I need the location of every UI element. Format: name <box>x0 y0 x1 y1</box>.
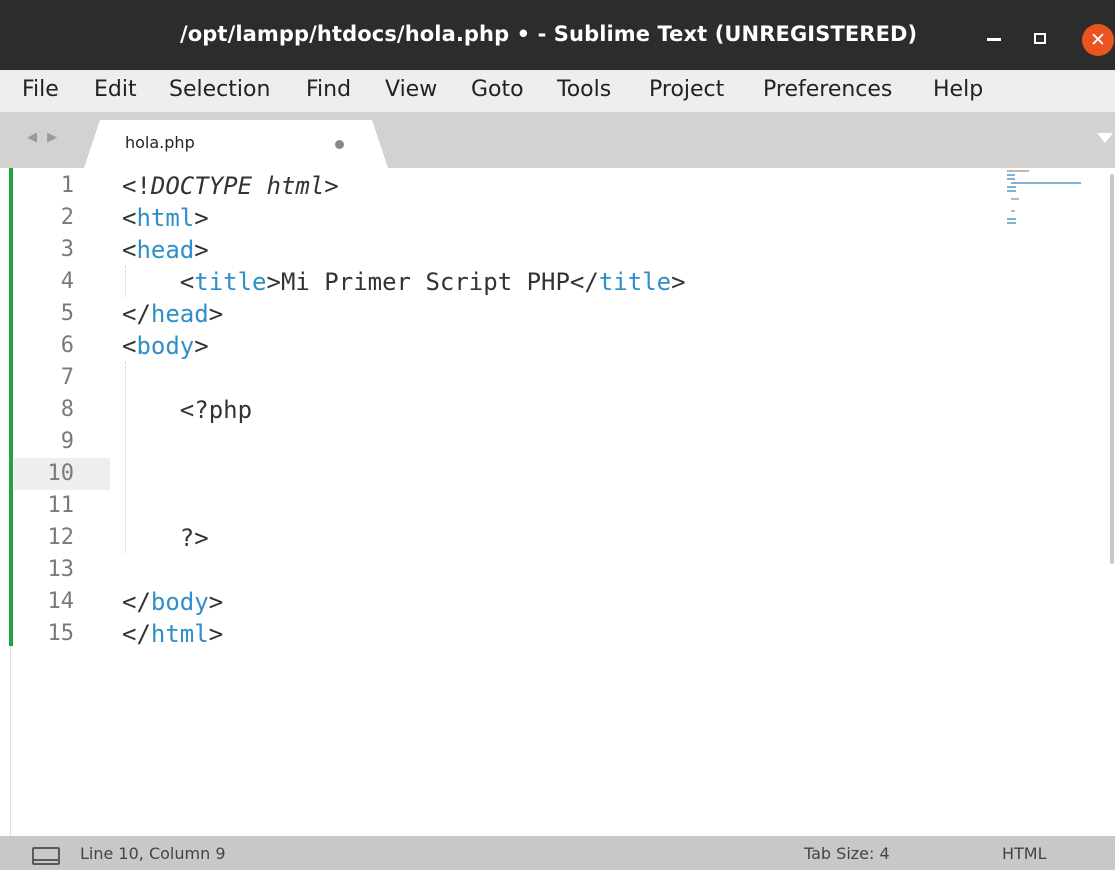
code-text: </ <box>122 300 151 328</box>
code-tag-name: body <box>136 332 195 360</box>
code-line[interactable]: </head> <box>122 298 223 330</box>
tab-nav-arrows-icon[interactable]: ◀ ▶ <box>27 130 60 145</box>
window-title: /opt/lampp/htdocs/hola.php • - Sublime T… <box>180 22 918 46</box>
tab-size-selector[interactable]: Tab Size: 4 <box>804 844 890 863</box>
menu-goto[interactable]: Goto <box>471 77 524 102</box>
code-line[interactable]: </body> <box>122 586 223 618</box>
code-line[interactable]: <head> <box>122 234 209 266</box>
code-text: </ <box>122 620 151 648</box>
code-line[interactable]: <?php <box>122 394 252 426</box>
code-text: <?php <box>122 396 253 424</box>
line-number: 1 <box>60 173 74 198</box>
line-number: 5 <box>60 301 74 326</box>
minimap[interactable] <box>1005 168 1105 228</box>
code-text: >Mi Primer Script PHP</ <box>266 268 599 296</box>
cursor-position: Line 10, Column 9 <box>80 844 226 863</box>
line-number-active: 10 <box>14 458 110 490</box>
code-text: > <box>208 620 224 648</box>
line-number: 13 <box>47 557 75 582</box>
menu-help[interactable]: Help <box>933 77 983 102</box>
code-line[interactable]: ?> <box>122 522 209 554</box>
code-text: > <box>208 588 224 616</box>
code-tag-name: html <box>150 620 209 648</box>
tab-dropdown-icon[interactable] <box>1097 133 1113 143</box>
code-tag-name: head <box>150 300 209 328</box>
line-number: 6 <box>60 333 74 358</box>
code-line[interactable]: <title>Mi Primer Script PHP</title> <box>122 266 686 298</box>
tab-bar: ◀ ▶ hola.php <box>0 112 1115 168</box>
code-tag-name: body <box>150 588 209 616</box>
code-tag-name: title <box>598 268 672 296</box>
menu-edit[interactable]: Edit <box>94 77 137 102</box>
menu-find[interactable]: Find <box>306 77 351 102</box>
code-text: < <box>122 204 137 232</box>
code-tag-name: title <box>194 268 267 296</box>
code-text: < <box>122 268 195 296</box>
line-number: 9 <box>60 429 74 454</box>
line-number-gutter[interactable]: 1 2 3 4 5 6 7 8 9 10 11 12 13 14 15 <box>14 168 110 836</box>
tab-label[interactable]: hola.php <box>125 133 195 152</box>
line-number: 11 <box>47 493 75 518</box>
menu-project[interactable]: Project <box>649 77 724 102</box>
editor[interactable]: 1 2 3 4 5 6 7 8 9 10 11 12 13 14 15 <!DO… <box>0 168 1115 836</box>
code-text: > <box>208 300 224 328</box>
title-bar: /opt/lampp/htdocs/hola.php • - Sublime T… <box>0 0 1115 70</box>
code-text: DOCTYPE html <box>150 172 325 200</box>
code-text: ?> <box>122 524 209 552</box>
menu-tools[interactable]: Tools <box>557 77 611 102</box>
line-number: 8 <box>60 397 74 422</box>
close-icon: ✕ <box>1090 29 1106 51</box>
minimize-button[interactable] <box>987 38 1001 41</box>
menu-preferences[interactable]: Preferences <box>763 77 892 102</box>
code-text: > <box>194 236 209 264</box>
code-text: <! <box>122 172 151 200</box>
status-bar: Line 10, Column 9 Tab Size: 4 HTML <box>0 836 1115 870</box>
line-number: 3 <box>60 237 74 262</box>
vertical-scrollbar[interactable] <box>1110 174 1114 564</box>
syntax-selector[interactable]: HTML <box>1002 844 1047 863</box>
code-line[interactable]: <html> <box>122 202 209 234</box>
code-text: > <box>194 332 209 360</box>
line-number: 2 <box>60 205 74 230</box>
code-text: < <box>122 236 137 264</box>
menu-view[interactable]: View <box>385 77 437 102</box>
menu-selection[interactable]: Selection <box>169 77 270 102</box>
code-text: > <box>194 204 209 232</box>
code-text: < <box>122 332 137 360</box>
code-text: </ <box>122 588 151 616</box>
line-number: 12 <box>47 525 75 550</box>
line-number: 7 <box>60 365 74 390</box>
unsaved-dot-icon[interactable] <box>335 140 344 149</box>
line-number: 14 <box>47 589 75 614</box>
panel-toggle-icon[interactable] <box>32 847 60 865</box>
code-text: > <box>324 172 339 200</box>
code-line[interactable]: </html> <box>122 618 223 650</box>
code-area[interactable]: <!DOCTYPE html> <html> <head> <title>Mi Pr… <box>122 168 1002 836</box>
close-button[interactable]: ✕ <box>1082 24 1114 56</box>
modified-lines-marker <box>9 168 13 646</box>
maximize-button[interactable] <box>1034 33 1046 44</box>
line-number: 4 <box>60 269 74 294</box>
menu-file[interactable]: File <box>22 77 59 102</box>
line-number: 15 <box>47 621 75 646</box>
code-text: > <box>671 268 686 296</box>
code-tag-name: html <box>136 204 195 232</box>
code-tag-name: head <box>136 236 195 264</box>
code-line[interactable]: <body> <box>122 330 209 362</box>
code-line[interactable]: <!DOCTYPE html> <box>122 170 339 202</box>
menu-bar: File Edit Selection Find View Goto Tools… <box>0 70 1115 112</box>
